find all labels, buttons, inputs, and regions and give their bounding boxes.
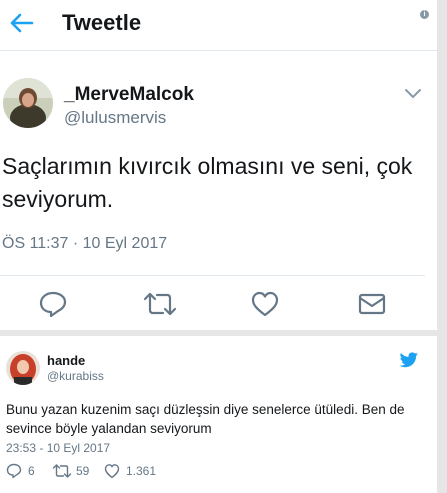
reply-text: Bunu yazan kuzenim saçı düzleşsin diye s… (6, 402, 405, 436)
avatar[interactable] (3, 78, 53, 128)
message-icon[interactable] (357, 290, 387, 318)
divider (0, 275, 425, 276)
like-icon[interactable] (250, 290, 280, 318)
reply-count: 6 (28, 464, 35, 478)
like-icon[interactable] (104, 463, 120, 479)
user-handle[interactable]: @lulusmervis (64, 108, 166, 128)
like-count: 1.361 (126, 464, 157, 478)
reply-icon[interactable] (6, 463, 22, 479)
info-icon[interactable]: i (420, 10, 429, 19)
back-arrow-icon[interactable] (8, 10, 34, 36)
display-name[interactable]: hande (47, 353, 85, 368)
app-title: Tweetle (62, 10, 142, 35)
retweet-icon[interactable] (52, 463, 72, 479)
retweet-count: 59 (76, 464, 90, 478)
tweet-timestamp[interactable]: ÖS 11:37 · 10 Eyl 2017 (2, 235, 167, 253)
reply-icon[interactable] (38, 290, 68, 318)
display-name[interactable]: _MerveMalcok (64, 84, 194, 106)
app-header: Tweetle i (0, 0, 437, 51)
twitter-bird-icon[interactable] (399, 352, 419, 368)
tweet-text: Saçlarımın kıvırcık olmasını ve seni, ço… (2, 153, 413, 212)
reply-timestamp[interactable]: 23:53 - 10 Eyl 2017 (6, 441, 110, 455)
avatar[interactable] (6, 351, 40, 385)
chevron-down-icon[interactable] (404, 88, 422, 100)
user-handle[interactable]: @kurabiss (47, 369, 104, 383)
retweet-icon[interactable] (142, 290, 178, 318)
